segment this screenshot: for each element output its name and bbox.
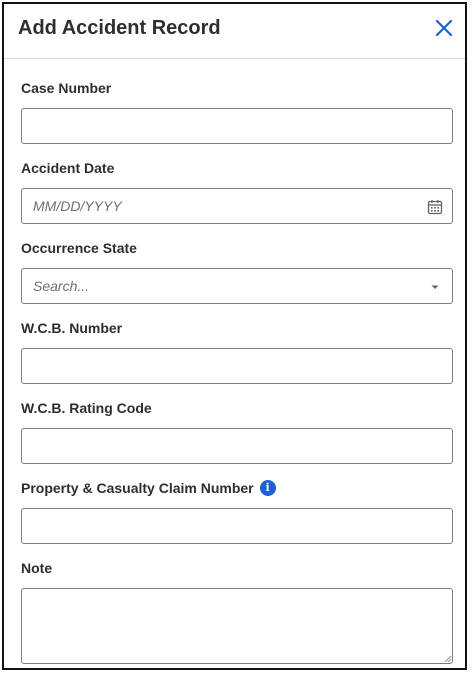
accident-date-label: Accident Date xyxy=(21,160,115,176)
note-textarea[interactable] xyxy=(21,588,453,664)
info-icon[interactable]: i xyxy=(259,480,276,496)
wcb-rating-code-input[interactable] xyxy=(21,428,453,464)
occurrence-state-select[interactable]: Search... xyxy=(21,268,453,304)
wcb-number-input[interactable] xyxy=(21,348,453,384)
claim-number-field: Property & Casualty Claim Number i xyxy=(21,478,453,558)
case-number-field: Case Number xyxy=(21,78,453,158)
calendar-icon[interactable] xyxy=(426,198,444,216)
resize-handle-icon[interactable] xyxy=(444,655,452,663)
claim-number-label-row: Property & Casualty Claim Number i xyxy=(21,478,453,498)
case-number-label: Case Number xyxy=(21,80,112,96)
accident-date-field: Accident Date MM/DD/YYYY xyxy=(21,158,453,238)
accident-date-placeholder: MM/DD/YYYY xyxy=(33,198,122,214)
occurrence-state-field: Occurrence State Search... xyxy=(21,238,453,318)
wcb-number-field: W.C.B. Number xyxy=(21,318,453,398)
dialog-header: Add Accident Record xyxy=(4,4,465,59)
dialog-title: Add Accident Record xyxy=(18,17,221,39)
case-number-input[interactable] xyxy=(21,108,453,144)
occurrence-state-label: Occurrence State xyxy=(21,240,137,256)
form-body: Case Number Accident Date MM/DD/YYYY Occ… xyxy=(21,78,453,664)
close-icon[interactable] xyxy=(433,17,455,39)
caret-down-icon[interactable] xyxy=(426,278,444,296)
claim-number-input[interactable] xyxy=(21,508,453,544)
note-label: Note xyxy=(21,560,53,576)
wcb-number-label: W.C.B. Number xyxy=(21,320,123,336)
accident-date-input[interactable]: MM/DD/YYYY xyxy=(21,188,453,224)
wcb-rating-code-label: W.C.B. Rating Code xyxy=(21,400,152,416)
add-accident-record-dialog: Add Accident Record Case Number Accident… xyxy=(2,2,467,670)
wcb-rating-code-field: W.C.B. Rating Code xyxy=(21,398,453,478)
occurrence-state-placeholder: Search... xyxy=(33,278,90,294)
claim-number-label: Property & Casualty Claim Number xyxy=(21,480,254,496)
note-field: Note xyxy=(21,558,453,664)
